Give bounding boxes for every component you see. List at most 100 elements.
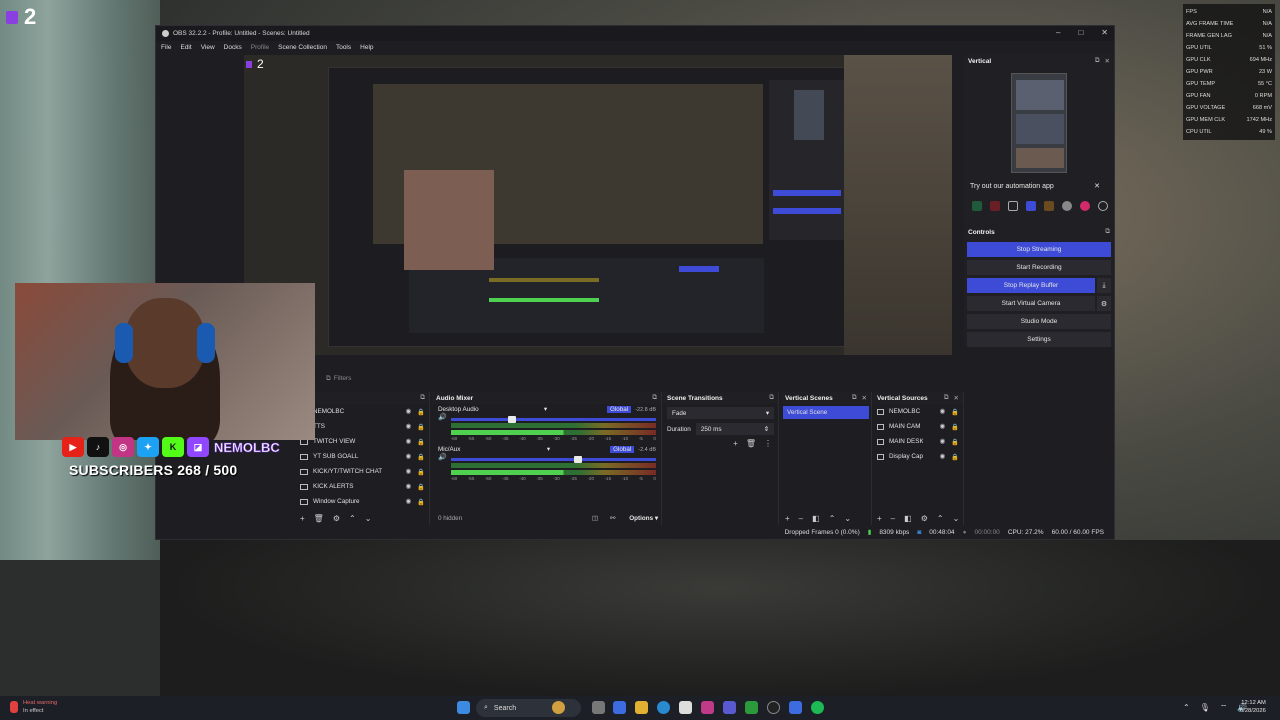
camera-icon[interactable] xyxy=(1044,201,1054,211)
lock-icon[interactable]: 🔒 xyxy=(417,423,425,431)
menu-item-tools[interactable]: Tools xyxy=(336,44,351,51)
copilot-icon[interactable] xyxy=(613,701,626,714)
lock-icon[interactable]: 🔒 xyxy=(417,453,425,461)
lock-icon[interactable]: 🔒 xyxy=(951,408,959,416)
undock-icon[interactable]: ⧉ xyxy=(852,394,857,402)
close-icon[interactable]: ✕ xyxy=(1101,28,1108,37)
layout-icon[interactable]: ◫ xyxy=(592,515,598,522)
source-item[interactable]: YT SUB GOALL ◉ 🔒 xyxy=(296,449,429,464)
vertical-source-item[interactable]: NEMOLBC ◉ 🔒 xyxy=(873,404,963,419)
menu-item-file[interactable]: File xyxy=(161,44,171,51)
heart-icon[interactable] xyxy=(1080,201,1090,211)
chevron-up-icon[interactable]: ⌃ xyxy=(937,514,944,523)
volume-slider[interactable] xyxy=(450,416,656,423)
remove-icon[interactable]: – xyxy=(891,514,895,523)
gear-icon[interactable]: ⚙ xyxy=(1097,296,1111,311)
wifi-icon[interactable]: ⌔ xyxy=(1220,703,1228,713)
maximize-icon[interactable]: □ xyxy=(1078,28,1083,37)
gear-icon[interactable]: ⚙ xyxy=(921,514,928,523)
chat-icon[interactable] xyxy=(972,201,982,211)
edge-icon[interactable] xyxy=(657,701,670,714)
filter-icon[interactable]: ◧ xyxy=(812,514,820,523)
source-item[interactable]: TTS ◉ 🔒 xyxy=(296,419,429,434)
menu-item-view[interactable]: View xyxy=(201,44,215,51)
save-replay-icon[interactable]: ⤓ xyxy=(1097,278,1111,293)
lock-icon[interactable]: 🔒 xyxy=(417,468,425,476)
volume-icon[interactable]: 🔊 xyxy=(438,413,447,421)
lock-icon[interactable]: 🔒 xyxy=(417,498,425,506)
close-icon[interactable]: ✕ xyxy=(862,394,867,402)
stop-replay-buffer-button[interactable]: Stop Replay Buffer xyxy=(967,278,1095,293)
settings-button[interactable]: Settings xyxy=(967,332,1111,347)
source-item[interactable]: KICK/YT/TWITCH CHAT ◉ 🔒 xyxy=(296,464,429,479)
chevron-down-icon[interactable]: ⌄ xyxy=(844,514,851,523)
app-icon[interactable] xyxy=(789,701,802,714)
minimize-icon[interactable]: – xyxy=(1056,28,1060,37)
search-box[interactable]: ⌕ Search xyxy=(476,699,581,717)
undock-icon[interactable]: ⧉ xyxy=(944,394,949,402)
slider-knob[interactable] xyxy=(573,456,582,463)
gear-icon[interactable] xyxy=(1062,201,1072,211)
filters-tab[interactable]: ⧉ Filters xyxy=(326,375,351,383)
volume-icon[interactable]: 🔊 xyxy=(438,453,447,461)
source-item[interactable]: Window Capture ◉ 🔒 xyxy=(296,494,429,509)
record-icon[interactable] xyxy=(990,201,1000,211)
eye-icon[interactable]: ◉ xyxy=(406,468,412,476)
source-item[interactable]: TWITCH VIEW ◉ 🔒 xyxy=(296,434,429,449)
transition-select[interactable]: Fade ▾ xyxy=(667,407,774,419)
chevron-down-icon[interactable]: ⌄ xyxy=(365,514,372,523)
weather-widget[interactable]: Heat warning In effect xyxy=(10,699,57,715)
filter-icon[interactable]: ◧ xyxy=(904,514,912,523)
start-virtual-camera-button[interactable]: Start Virtual Camera xyxy=(967,296,1095,311)
trash-icon[interactable]: 🗑 xyxy=(314,514,324,523)
add-icon[interactable]: + xyxy=(300,514,305,523)
lock-icon[interactable]: 🔒 xyxy=(951,453,959,461)
track-mode[interactable]: Global xyxy=(610,446,635,453)
lock-icon[interactable]: 🔒 xyxy=(951,423,959,431)
menu-item-profile[interactable]: Profile xyxy=(251,44,269,51)
chevron-up-icon[interactable]: ⌃ xyxy=(349,514,356,523)
lock-icon[interactable]: 🔒 xyxy=(417,438,425,446)
discord-icon[interactable] xyxy=(723,701,736,714)
add-icon[interactable]: + xyxy=(785,514,790,523)
widget-icon[interactable] xyxy=(552,701,565,714)
menu-item-docks[interactable]: Docks xyxy=(224,44,242,51)
duration-input[interactable]: 250 ms ⇕ xyxy=(695,423,774,435)
eye-icon[interactable]: ◉ xyxy=(406,498,412,506)
instagram-icon[interactable] xyxy=(701,701,714,714)
undock-icon[interactable]: ⧉ xyxy=(769,394,774,402)
menu-item-help[interactable]: Help xyxy=(360,44,373,51)
add-icon[interactable]: + xyxy=(877,514,882,523)
eye-icon[interactable]: ◉ xyxy=(940,453,946,461)
program-preview[interactable]: 2 xyxy=(244,55,952,355)
link-icon[interactable]: ⚯ xyxy=(610,515,615,522)
lock-icon[interactable]: 🔒 xyxy=(417,408,425,416)
undock-icon[interactable]: ⧉ xyxy=(652,394,657,402)
close-icon[interactable]: ✕ xyxy=(954,394,959,402)
undock-icon[interactable]: ⧉ xyxy=(420,394,425,402)
stepper-icon[interactable]: ⇕ xyxy=(764,426,769,433)
chevron-down-icon[interactable]: ▾ xyxy=(547,446,550,453)
spotify-icon[interactable] xyxy=(811,701,824,714)
slider-knob[interactable] xyxy=(508,416,517,423)
eye-icon[interactable]: ◉ xyxy=(406,438,412,446)
vertical-preview-thumbnail[interactable] xyxy=(1011,73,1067,173)
eye-icon[interactable]: ◉ xyxy=(406,483,412,491)
eye-icon[interactable]: ◉ xyxy=(940,408,946,416)
chevron-down-icon[interactable]: ⌄ xyxy=(953,514,960,523)
stop-streaming-button[interactable]: Stop Streaming xyxy=(967,242,1111,257)
eye-icon[interactable]: ◉ xyxy=(406,423,412,431)
undock-icon[interactable]: ⧉ xyxy=(1095,57,1100,65)
windows-start-icon[interactable] xyxy=(457,701,470,714)
gear-icon[interactable]: ⚙ xyxy=(333,514,340,523)
chevron-up-icon[interactable]: ⌃ xyxy=(829,514,836,523)
vertical-source-item[interactable]: MAIN CAM ◉ 🔒 xyxy=(873,419,963,434)
task-view-icon[interactable] xyxy=(592,701,605,714)
lock-icon[interactable]: 🔒 xyxy=(417,483,425,491)
microphone-icon[interactable]: 🎙 xyxy=(1200,703,1210,713)
more-icon[interactable]: ⋮ xyxy=(764,439,772,448)
eye-icon[interactable]: ◉ xyxy=(406,453,412,461)
start-recording-button[interactable]: Start Recording xyxy=(967,260,1111,275)
close-icon[interactable]: ✕ xyxy=(1105,57,1110,65)
settings-icon[interactable] xyxy=(1098,201,1108,211)
